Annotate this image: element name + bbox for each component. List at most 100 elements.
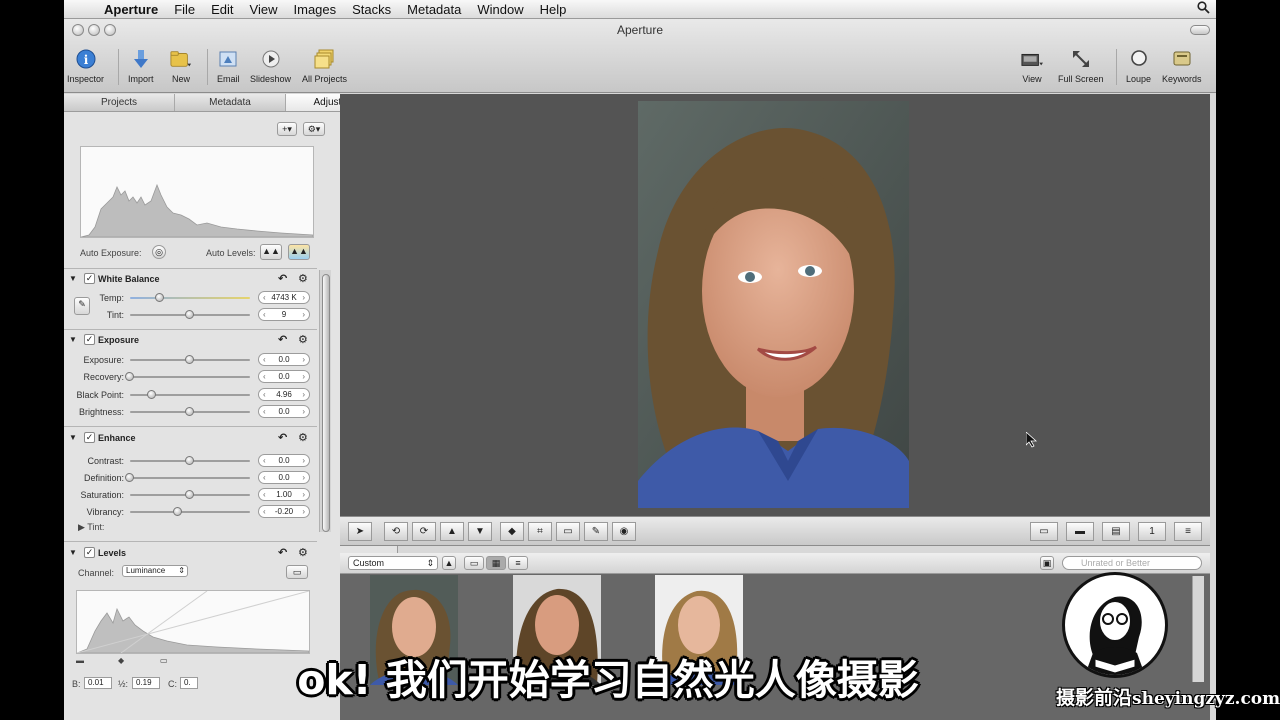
portrait-photo[interactable] <box>638 101 909 508</box>
list-view-button[interactable]: ≡ <box>1174 522 1202 541</box>
tint-knob[interactable] <box>185 310 194 319</box>
vibrancy-track[interactable] <box>130 511 250 513</box>
slider-brightness: Brightness: 0.0 <box>64 405 324 419</box>
tab-metadata[interactable]: Metadata <box>175 94 286 111</box>
crop-tool-button[interactable]: ⌗ <box>528 522 552 541</box>
lift-tool-button[interactable]: ▲ <box>440 522 464 541</box>
tint-value-field[interactable]: 9 <box>258 308 310 321</box>
all-projects-button[interactable]: All Projects <box>302 49 347 84</box>
disclosure-triangle-icon[interactable]: ▼ <box>69 548 77 557</box>
disclosure-triangle-icon[interactable]: ▼ <box>69 335 77 344</box>
inspector-scrollbar[interactable] <box>319 270 331 532</box>
adjustments-gear-button[interactable]: ⚙▾ <box>303 122 325 136</box>
definition-track[interactable] <box>130 477 250 479</box>
enhance-tint-row[interactable]: ▶ Tint: <box>78 522 104 533</box>
gear-icon[interactable]: ⚙ <box>298 546 308 559</box>
browser-search-field[interactable]: Unrated or Better <box>1062 556 1202 570</box>
gear-icon[interactable]: ⚙ <box>298 333 308 346</box>
recovery-value-field[interactable]: 0.0 <box>258 370 310 383</box>
exposure-knob[interactable] <box>185 355 194 364</box>
grid-view-button[interactable]: ▦ <box>486 556 506 570</box>
levels-auto-button[interactable]: ▭ <box>286 565 308 579</box>
scrollbar-thumb[interactable] <box>322 274 330 532</box>
sort-select-value: Custom <box>353 558 385 568</box>
menu-view[interactable]: View <box>242 2 286 17</box>
black-point-knob[interactable] <box>146 390 156 399</box>
show-master-button[interactable]: ▬ <box>1066 522 1094 541</box>
recovery-knob[interactable] <box>125 372 134 381</box>
viewer-mode-button[interactable]: ▭ <box>1030 522 1058 541</box>
reset-icon[interactable]: ↶ <box>278 272 287 285</box>
brightness-knob[interactable] <box>185 407 194 416</box>
selection-tool-button[interactable]: ➤ <box>348 522 372 541</box>
saturation-value-field[interactable]: 1.00 <box>258 488 310 501</box>
temp-track[interactable] <box>130 297 250 299</box>
auto-exposure-button[interactable]: ◎ <box>152 245 166 259</box>
view-button[interactable]: View <box>1021 49 1043 84</box>
list-browser-button[interactable]: ≡ <box>508 556 528 570</box>
loupe-button[interactable]: Loupe <box>1126 49 1151 84</box>
toolbar-toggle-button[interactable] <box>1190 25 1210 35</box>
exposure-checkbox[interactable]: ✓ <box>84 334 95 345</box>
disclosure-triangle-icon[interactable]: ▼ <box>69 433 77 442</box>
import-button[interactable]: Import <box>128 49 154 84</box>
sort-order-button[interactable]: ▲ <box>442 556 456 570</box>
gear-icon[interactable]: ⚙ <box>298 272 308 285</box>
menu-app-name[interactable]: Aperture <box>94 2 166 17</box>
menu-window[interactable]: Window <box>469 2 531 17</box>
red-eye-tool-button[interactable]: ◉ <box>612 522 636 541</box>
levels-checkbox[interactable]: ✓ <box>84 547 95 558</box>
spotlight-search-icon[interactable] <box>1190 1 1216 17</box>
contrast-value-field[interactable]: 0.0 <box>258 454 310 467</box>
black-point-value-field[interactable]: 4.96 <box>258 388 310 401</box>
primary-only-button[interactable]: 1 <box>1138 522 1166 541</box>
brush-tool-button[interactable]: ✎ <box>584 522 608 541</box>
menu-images[interactable]: Images <box>286 2 345 17</box>
menu-edit[interactable]: Edit <box>203 2 241 17</box>
definition-value-field[interactable]: 0.0 <box>258 471 310 484</box>
stamp-tool-button[interactable]: ▼ <box>468 522 492 541</box>
white-balance-checkbox[interactable]: ✓ <box>84 273 95 284</box>
image-viewer[interactable] <box>340 94 1210 516</box>
inspector-button[interactable]: i Inspector <box>67 49 104 84</box>
new-button[interactable]: New <box>170 49 192 84</box>
slider-vibrancy: Vibrancy: -0.20 <box>64 505 324 519</box>
spot-patch-tool-button[interactable]: ▭ <box>556 522 580 541</box>
full-screen-button[interactable]: Full Screen <box>1058 49 1104 84</box>
exposure-value-field[interactable]: 0.0 <box>258 353 310 366</box>
disclosure-triangle-icon[interactable]: ▼ <box>69 274 77 283</box>
menu-metadata[interactable]: Metadata <box>399 2 469 17</box>
reset-icon[interactable]: ↶ <box>278 333 287 346</box>
reset-icon[interactable]: ↶ <box>278 431 287 444</box>
vibrancy-knob[interactable] <box>173 507 182 516</box>
rotate-right-tool-button[interactable]: ⟳ <box>412 522 436 541</box>
enhance-checkbox[interactable]: ✓ <box>84 432 95 443</box>
reset-icon[interactable]: ↶ <box>278 546 287 559</box>
filmstrip-view-button[interactable]: ▭ <box>464 556 484 570</box>
auto-levels-rgb-button[interactable]: ▲▲ <box>288 244 310 260</box>
sort-select[interactable]: Custom ⇕ <box>348 556 438 570</box>
recovery-track[interactable] <box>130 376 250 378</box>
vibrancy-value-field[interactable]: -0.20 <box>258 505 310 518</box>
temp-value-field[interactable]: 4743 K <box>258 291 310 304</box>
slideshow-button[interactable]: Slideshow <box>250 49 291 84</box>
menu-stacks[interactable]: Stacks <box>344 2 399 17</box>
temp-knob[interactable] <box>155 293 164 302</box>
brightness-value-field[interactable]: 0.0 <box>258 405 310 418</box>
tab-projects[interactable]: Projects <box>64 94 175 111</box>
menu-help[interactable]: Help <box>532 2 575 17</box>
definition-knob[interactable] <box>125 473 134 482</box>
contrast-knob[interactable] <box>185 456 194 465</box>
auto-levels-luminance-button[interactable]: ▲▲ <box>260 244 282 260</box>
keywords-button[interactable]: Keywords <box>1162 49 1202 84</box>
email-button[interactable]: Email <box>217 49 240 84</box>
add-adjustment-button[interactable]: +▾ <box>277 122 297 136</box>
gear-icon[interactable]: ⚙ <box>298 431 308 444</box>
filter-hud-button[interactable]: ▣ <box>1040 556 1054 570</box>
menu-file[interactable]: File <box>166 2 203 17</box>
multi-view-button[interactable]: ▤ <box>1102 522 1130 541</box>
channel-select[interactable]: Luminance ⇕ <box>122 565 188 577</box>
rotate-left-tool-button[interactable]: ⟲ <box>384 522 408 541</box>
saturation-knob[interactable] <box>185 490 194 499</box>
straighten-tool-button[interactable]: ◆ <box>500 522 524 541</box>
